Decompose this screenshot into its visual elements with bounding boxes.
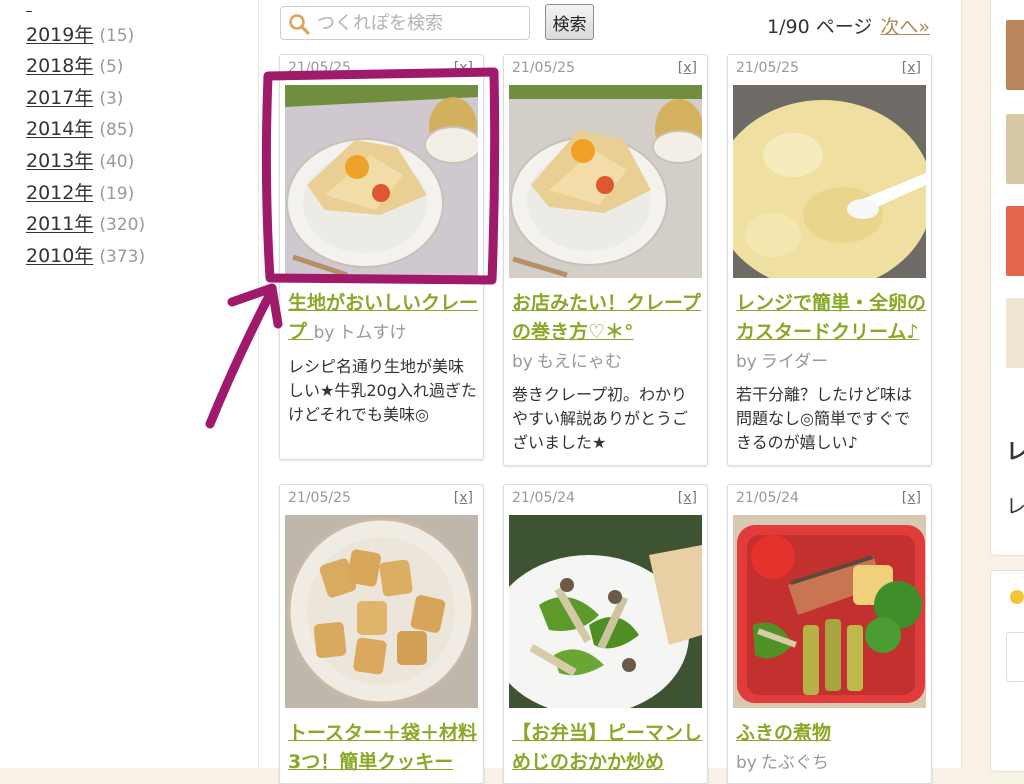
report-comment: レシピ名通り生地が美味しい★牛乳20g入れ過ぎたけどそれでも美味◎ <box>288 357 477 424</box>
recipe-card: 21/05/25 [x] トースター＋袋＋材料3つ！簡単クッキー <box>279 484 484 784</box>
year-item[interactable]: 2011年 (320) <box>26 209 145 241</box>
card-date: 21/05/25 <box>288 490 351 506</box>
recipe-title: レンジで簡単・全卵のカスタードクリーム♪ <box>736 292 927 343</box>
recipe-title-link[interactable]: 【お弁当】ピーマンしめじのおかか炒め <box>512 719 704 777</box>
year-link[interactable]: 2017年 <box>26 87 93 109</box>
card-delete-link[interactable]: [x] <box>454 60 473 76</box>
year-count: (85) <box>99 120 135 141</box>
year-archive-list: 2019年 (15) 2018年 (5) 2017年 (3) 2014年 (85) 20… <box>26 0 145 272</box>
sidebar-thumbnail[interactable] <box>1006 206 1024 276</box>
year-item[interactable]: 2018年 (5) <box>26 51 145 83</box>
recipe-photo[interactable] <box>285 85 478 278</box>
year-link[interactable]: 2018年 <box>26 55 93 77</box>
card-date: 21/05/25 <box>736 60 799 76</box>
year-link[interactable]: 2013年 <box>26 150 93 172</box>
card-delete-link[interactable]: [x] <box>902 490 921 506</box>
recipe-title: ふきの煮物 <box>736 722 832 744</box>
recipe-title-link[interactable]: トースター＋袋＋材料3つ！簡単クッキー <box>288 719 480 777</box>
search-input[interactable] <box>317 9 522 37</box>
archive-sidebar: 2019年 (15) 2018年 (5) 2017年 (3) 2014年 (85) 20… <box>0 0 258 768</box>
report-comment: 若干分離？したけど味は問題なし◎簡単ですぐできるのが嬉しい♪ <box>736 385 913 452</box>
sidebar-text: レ <box>1006 494 1024 518</box>
recipe-author: by トムすけ <box>313 323 407 343</box>
recipe-title-link[interactable]: 生地がおいしいクレープ by トムすけ <box>288 289 480 348</box>
card-delete-link[interactable]: [x] <box>678 490 697 506</box>
recipe-card: 21/05/24 [x] ふきの煮物 by たぶぐち <box>727 484 932 784</box>
recipe-title: お店みたい！クレープの巻き方♡＊° <box>512 292 701 343</box>
card-date: 21/05/25 <box>288 60 351 76</box>
card-delete-link[interactable]: [x] <box>902 60 921 76</box>
recipe-photo[interactable] <box>733 515 926 708</box>
page-status: 1/90 ページ <box>767 16 873 38</box>
search-icon <box>287 12 311 36</box>
recipe-card: 21/05/24 [x] 【お弁当】ピーマンしめじのおかか炒め <box>503 484 708 784</box>
search-button[interactable]: 検索 <box>545 4 594 40</box>
year-item[interactable]: 2010年 (373) <box>26 241 145 273</box>
year-link[interactable]: 2012年 <box>26 182 93 204</box>
sidebar-heading: レ <box>1006 440 1024 465</box>
search-box[interactable] <box>280 6 530 40</box>
year-count: (5) <box>99 57 124 78</box>
year-item[interactable]: 2014年 (85) <box>26 114 145 146</box>
card-date: 21/05/24 <box>736 490 799 506</box>
sidebar-thumbnail[interactable] <box>1006 20 1024 90</box>
card-delete-link[interactable]: [x] <box>678 60 697 76</box>
recipe-card: 21/05/25 [x] レンジで簡単・全卵のカスタードクリーム♪ by ライダー… <box>727 54 932 466</box>
recipe-author: by ライダー <box>736 352 829 372</box>
year-item[interactable]: 2019年 (15) <box>26 20 145 52</box>
year-count: (373) <box>99 246 146 267</box>
recipe-card: 21/05/25 [x] お店みたい！クレープの巻き方♡＊° by もえにゃむ 巻… <box>503 54 708 466</box>
recipe-author: by もえにゃむ <box>512 352 622 372</box>
recipe-card: 21/05/25 [x] 生地がおいしいクレープ by トムすけ レシピ名通り生地… <box>279 54 484 460</box>
recipe-title-link[interactable]: お店みたい！クレープの巻き方♡＊° by もえにゃむ <box>512 289 704 377</box>
year-count: (40) <box>99 151 135 172</box>
recipe-title: 【お弁当】ピーマンしめじのおかか炒め <box>512 722 703 773</box>
year-count: (19) <box>99 183 135 204</box>
recipe-photo[interactable] <box>733 85 926 278</box>
pagination: 1/90 ページ 次へ» <box>767 12 930 39</box>
year-item[interactable]: 2012年 (19) <box>26 178 145 210</box>
year-item[interactable]: 2013年 (40) <box>26 146 145 178</box>
recipe-title-link[interactable]: レンジで簡単・全卵のカスタードクリーム♪ by ライダー <box>736 289 928 377</box>
next-page-link[interactable]: 次へ» <box>880 16 930 38</box>
sidebar-thumbnail[interactable] <box>1006 298 1024 368</box>
sidebar-thumbnail[interactable] <box>1006 114 1024 184</box>
card-delete-link[interactable]: [x] <box>454 490 473 506</box>
card-date: 21/05/24 <box>512 490 575 506</box>
year-link[interactable]: 2019年 <box>26 24 93 46</box>
report-comment: 巻きクレープ初。わかりやすい解説ありがとうございました★ <box>512 385 689 452</box>
year-link[interactable]: 2010年 <box>26 245 93 267</box>
card-date: 21/05/25 <box>512 60 575 76</box>
medal-icon <box>1010 590 1024 604</box>
recipe-photo[interactable] <box>509 515 702 708</box>
year-item-partial <box>26 0 145 20</box>
recipe-title-link[interactable]: ふきの煮物 by たぶぐち <box>736 719 928 778</box>
recipe-title: トースター＋袋＋材料3つ！簡単クッキー <box>288 722 478 773</box>
year-count: (320) <box>99 215 146 236</box>
year-count: (3) <box>99 88 124 109</box>
year-link[interactable]: 2011年 <box>26 213 93 235</box>
recipe-photo[interactable] <box>285 515 478 708</box>
sidebar-tab[interactable] <box>1006 632 1024 682</box>
year-link[interactable]: 2014年 <box>26 118 93 140</box>
year-item[interactable]: 2017年 (3) <box>26 83 145 115</box>
year-count: (15) <box>99 25 135 46</box>
recipe-photo[interactable] <box>509 85 702 278</box>
recipe-author: by たぶぐち <box>736 753 829 773</box>
